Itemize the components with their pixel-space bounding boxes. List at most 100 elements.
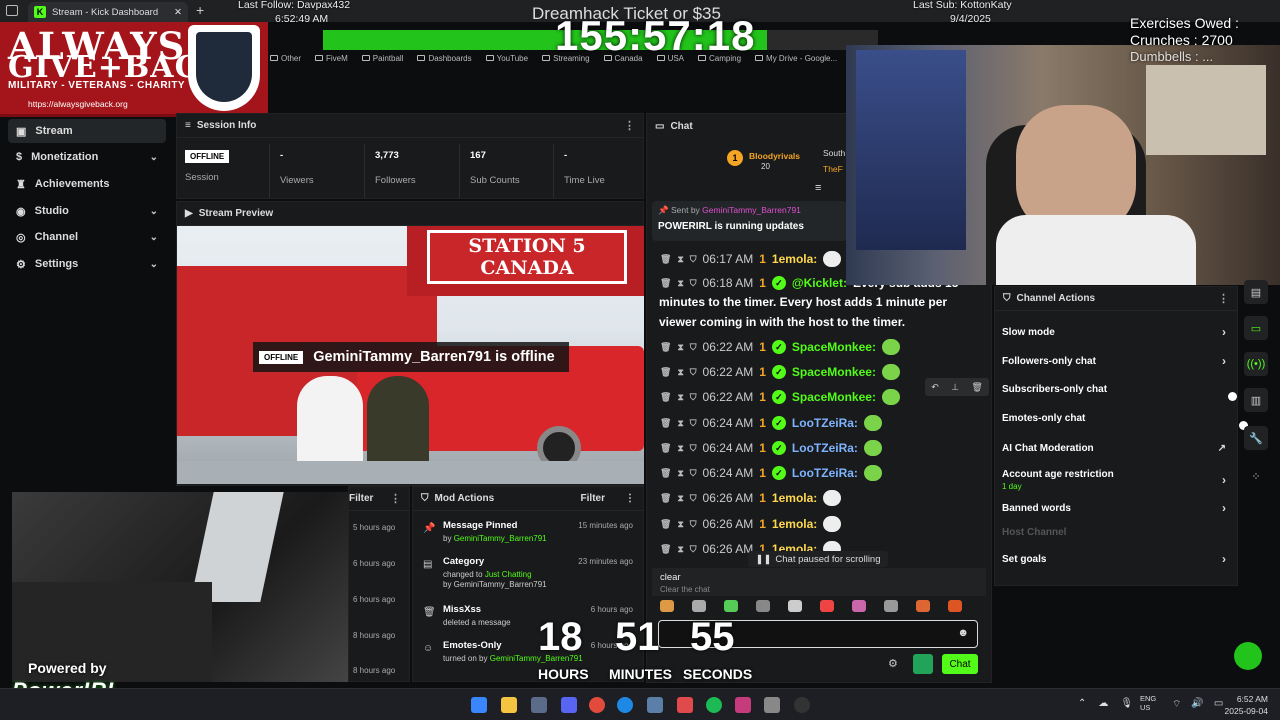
emoji-icon[interactable]: ☻ [957, 627, 969, 639]
timeout-icon[interactable]: ⧗ [677, 392, 683, 403]
edge-icon[interactable] [617, 697, 633, 713]
chat-message[interactable]: 🗑 ⧗ ⛉ 06:24 AM 1 ✓ LooTZeiRa: [660, 440, 882, 456]
discord-icon[interactable] [561, 697, 577, 713]
mod-action-category[interactable]: Just Chatting [485, 570, 532, 579]
trash-icon[interactable]: 🗑 [660, 392, 671, 403]
bookmark-other[interactable]: Other [270, 54, 301, 63]
banned-words-row[interactable]: Banned words › [1002, 501, 1226, 515]
trash-icon[interactable]: 🗑 [660, 493, 671, 504]
ban-icon[interactable]: ⛉ [690, 392, 697, 403]
sidebar-item-settings[interactable]: ⚙ Settings ⌄ [8, 252, 166, 276]
chat-username[interactable]: SpaceMonkee: [792, 390, 876, 404]
emote-icon[interactable] [916, 600, 930, 612]
set-goals-row[interactable]: Set goals › [1002, 552, 1226, 566]
wrench-icon[interactable]: 🔧 [1244, 426, 1268, 450]
start-icon[interactable] [471, 697, 487, 713]
chat-username[interactable]: 1emola: [772, 491, 817, 505]
ai-moderation-row[interactable]: AI Chat Moderation ↗ [1002, 443, 1226, 454]
chat-message[interactable]: 🗑 ⧗ ⛉ 06:22 AM 1 ✓ SpaceMonkee: [660, 364, 900, 380]
chat-username[interactable]: 1emola: [772, 517, 817, 531]
notes-icon[interactable]: ▤ [1244, 280, 1268, 304]
chat-username[interactable]: @Kicklet: [792, 276, 847, 290]
new-tab-icon[interactable]: + [196, 2, 204, 18]
timeout-icon[interactable]: ⧗ [677, 544, 683, 555]
volume-icon[interactable]: 🔊 [1191, 698, 1203, 711]
chat-message[interactable]: 🗑 ⧗ ⛉ 06:22 AM 1 ✓ SpaceMonkee: [660, 339, 900, 355]
emote-icon[interactable] [852, 600, 866, 612]
timeout-icon[interactable]: ⧗ [677, 418, 683, 429]
ban-icon[interactable]: ⛉ [690, 342, 697, 353]
file-explorer-icon[interactable] [501, 697, 517, 713]
trash-icon[interactable]: 🗑 [660, 544, 671, 555]
emote-icon[interactable] [724, 600, 738, 612]
ban-icon[interactable]: ⛉ [690, 544, 697, 555]
mic-icon[interactable]: 🎙 [1120, 698, 1133, 709]
emote-icon[interactable] [884, 600, 898, 612]
bookmark-dashboards[interactable]: Dashboards [417, 54, 472, 63]
browser-tab[interactable]: K Stream - Kick Dashboard ✕ [28, 2, 188, 22]
more-options-icon[interactable]: ⋮ [1218, 292, 1229, 305]
timeout-icon[interactable]: ⧗ [677, 278, 683, 289]
chat-username[interactable]: SpaceMonkee: [792, 365, 876, 379]
chat-username[interactable]: LooTZeiRa: [792, 466, 858, 480]
sidebar-item-studio[interactable]: ◉ Studio ⌄ [8, 199, 166, 223]
ban-icon[interactable]: ⛉ [690, 443, 697, 454]
bookmark-fivem[interactable]: FiveM [315, 54, 348, 63]
pin-icon[interactable]: ⊥ [951, 382, 959, 393]
sidebar-item-stream[interactable]: ▣ Stream [8, 119, 166, 143]
trash-icon[interactable]: 🗑 [660, 519, 671, 530]
recording-app-icon[interactable] [677, 697, 693, 713]
layout-icon[interactable]: ▥ [1244, 388, 1268, 412]
language-indicator[interactable]: ENG US [1140, 694, 1156, 712]
top-gifter-2[interactable]: South [823, 148, 845, 158]
command-suggestion[interactable]: clear Clear the chat [652, 568, 986, 596]
obs-icon[interactable] [794, 697, 810, 713]
chat-username[interactable]: 1emola: [772, 252, 817, 266]
wifi-icon[interactable]: ⌔ [1172, 698, 1181, 711]
timeout-icon[interactable]: ⧗ [677, 468, 683, 479]
offline-banner-image[interactable]: STATION 5 CANADA OFFLINE GeminiTammy_Barre… [177, 226, 644, 484]
chat-settings-icon[interactable]: ⚙ [888, 657, 898, 670]
store-icon[interactable] [531, 697, 547, 713]
filter-chat-icon[interactable]: ≡ [815, 182, 821, 194]
slow-mode-row[interactable]: Slow mode › [1002, 325, 1226, 339]
chat-username[interactable]: LooTZeiRa: [792, 416, 858, 430]
chat-username[interactable]: SpaceMonkee: [792, 340, 876, 354]
timeout-icon[interactable]: ⧗ [677, 342, 683, 353]
undo-icon[interactable]: ↶ [931, 382, 939, 393]
filter-button[interactable]: Filter [349, 493, 373, 504]
more-options-icon[interactable]: ⋮ [624, 119, 635, 132]
top-gifter-3[interactable]: TheF [823, 164, 843, 174]
chat-message[interactable]: 🗑 ⧗ ⛉ 06:26 AM 1 1emola: [660, 490, 842, 506]
trash-icon[interactable]: 🗑 [971, 382, 982, 393]
more-options-icon[interactable]: ⋮ [625, 493, 635, 504]
broadcast-icon[interactable]: ((•)) [1244, 352, 1268, 376]
chat-message[interactable]: 🗑 ⧗ ⛉ 06:22 AM 1 ✓ SpaceMonkee: [660, 389, 900, 405]
settings-icon[interactable] [764, 697, 780, 713]
bot-icon[interactable] [913, 654, 933, 674]
timeout-icon[interactable]: ⧗ [677, 493, 683, 504]
tab-overview-icon[interactable] [6, 5, 18, 16]
ban-icon[interactable]: ⛉ [690, 468, 697, 479]
trash-icon[interactable]: 🗑 [660, 468, 671, 479]
trash-icon[interactable]: 🗑 [660, 278, 671, 289]
trash-icon[interactable]: 🗑 [660, 443, 671, 454]
account-age-row[interactable]: Account age restriction 1 day › [1002, 469, 1226, 491]
taskbar-clock[interactable]: 6:52 AM 2025-09-04 [1225, 693, 1268, 717]
timeout-icon[interactable]: ⧗ [677, 254, 683, 265]
followers-only-row[interactable]: Followers-only chat › [1002, 354, 1226, 368]
chat-paused-indicator[interactable]: ❚❚ Chat paused for scrolling [748, 551, 888, 567]
filter-button[interactable]: Filter [581, 493, 605, 504]
chat-message[interactable]: 🗑 ⧗ ⛉ 06:17 AM 1 1emola: [660, 251, 842, 267]
ban-icon[interactable]: ⛉ [690, 254, 697, 265]
emote-icon[interactable] [788, 600, 802, 612]
more-options-icon[interactable]: ⋮ [390, 492, 401, 505]
trash-icon[interactable]: 🗑 [660, 367, 671, 378]
timeout-icon[interactable]: ⧗ [677, 519, 683, 530]
sidebar-item-channel[interactable]: ◎ Channel ⌄ [8, 225, 166, 249]
chat-message[interactable]: 🗑 ⧗ ⛉ 06:24 AM 1 ✓ LooTZeiRa: [660, 465, 882, 481]
emote-icon[interactable] [756, 600, 770, 612]
chat-username[interactable]: LooTZeiRa: [792, 441, 858, 455]
chat-message[interactable]: 🗑 ⧗ ⛉ 06:24 AM 1 ✓ LooTZeiRa: [660, 415, 882, 431]
timeout-icon[interactable]: ⧗ [677, 367, 683, 378]
